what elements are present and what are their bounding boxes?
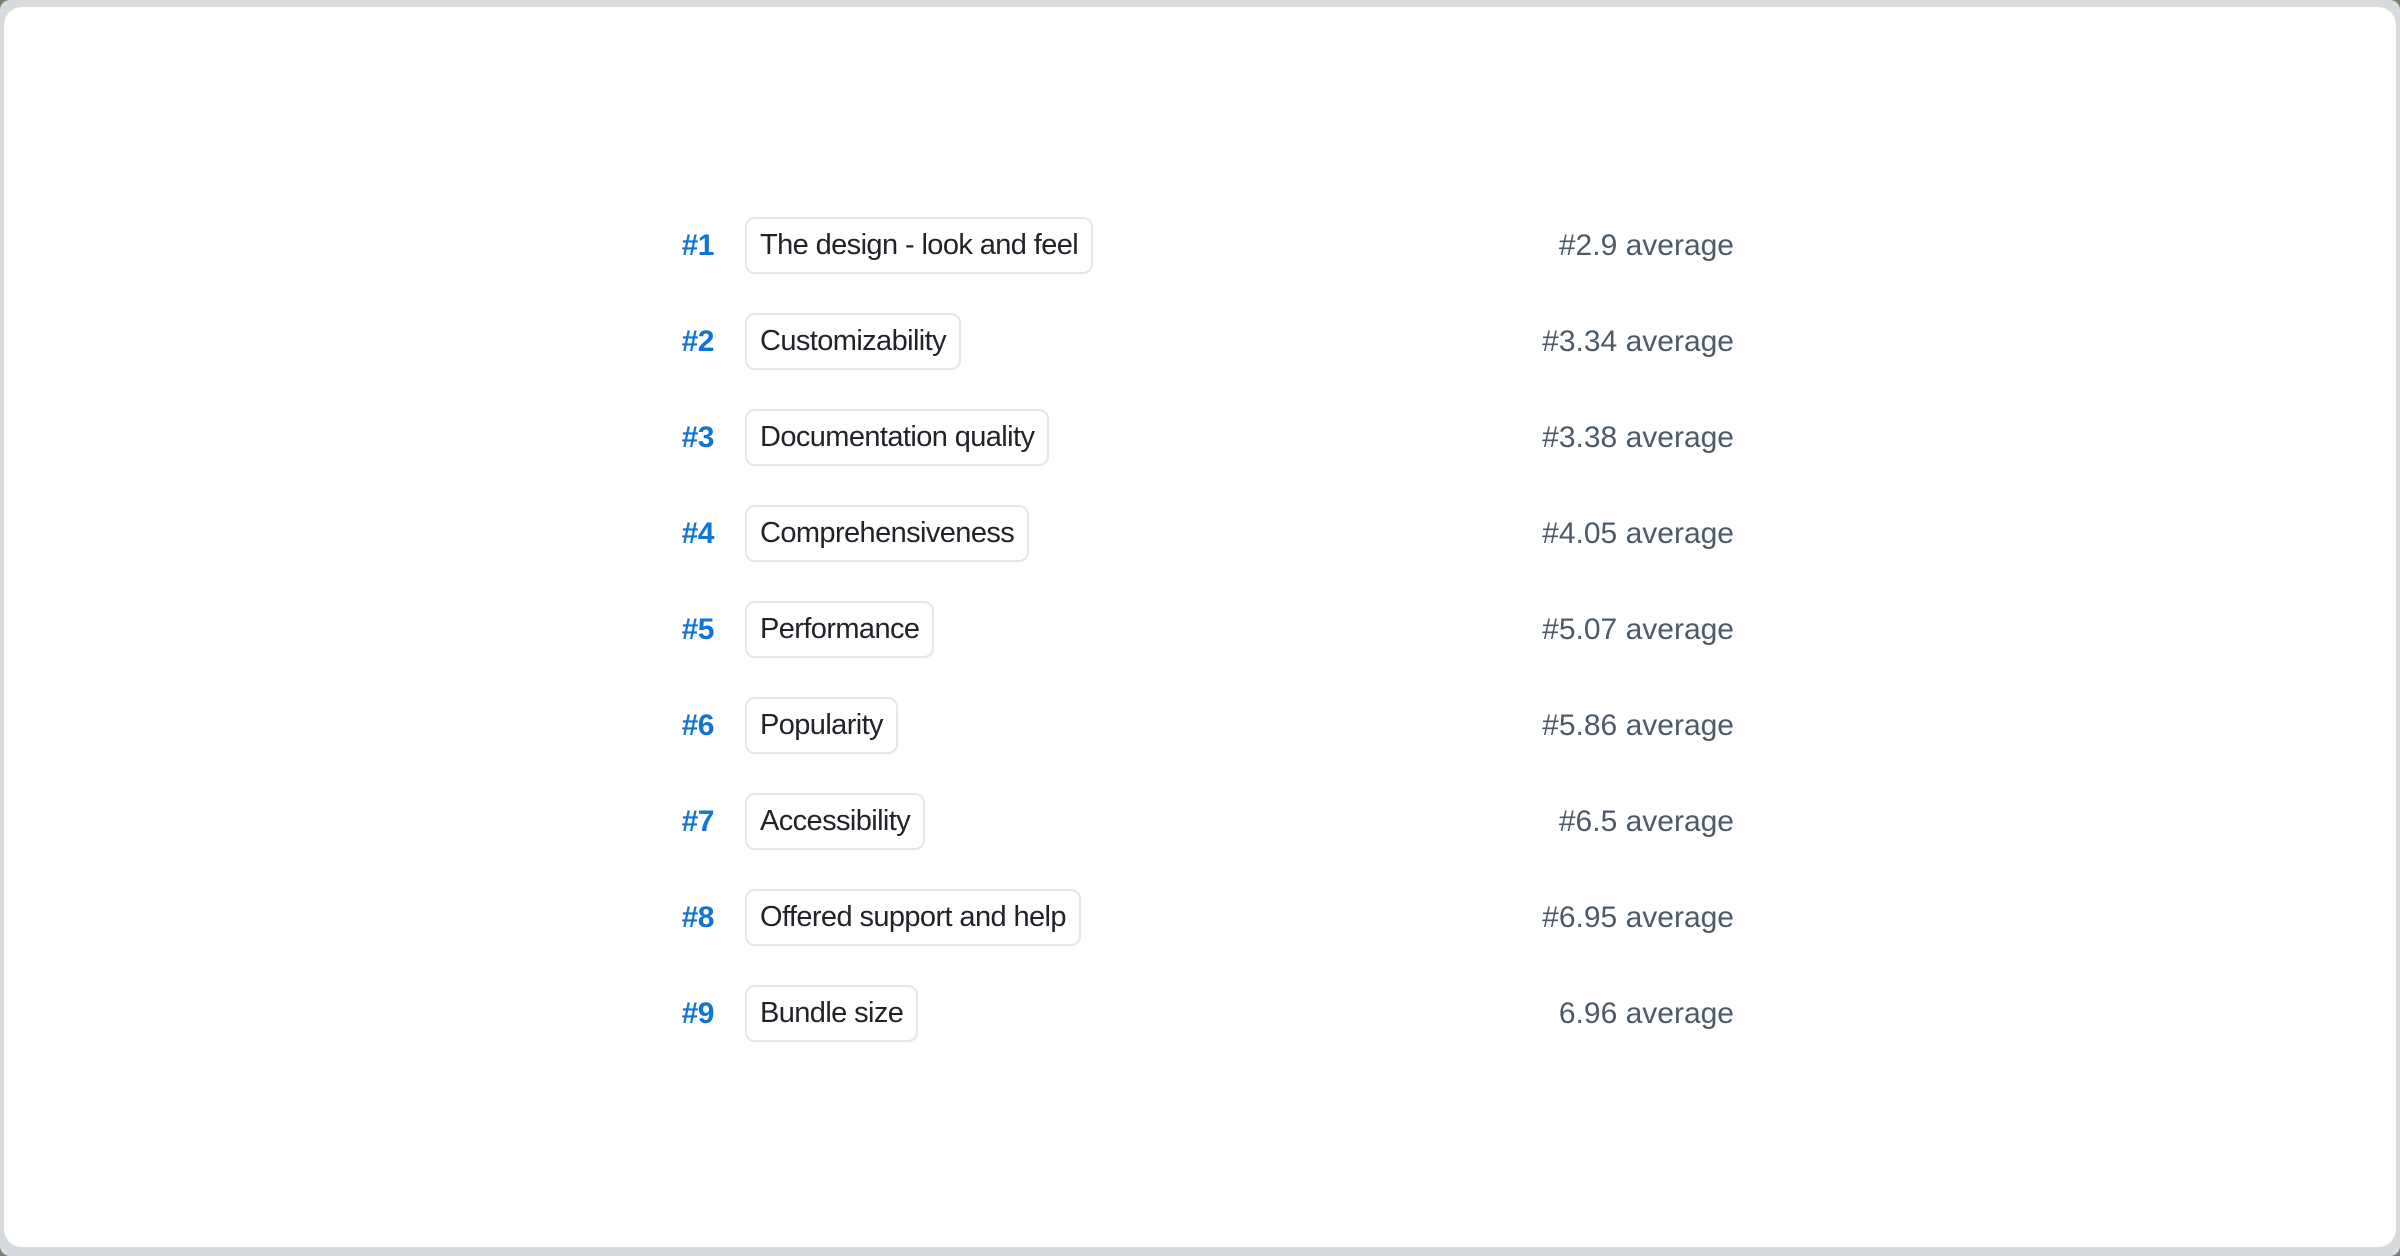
ranking-item-label: Bundle size bbox=[760, 997, 903, 1030]
ranking-item-chip[interactable]: Offered support and help bbox=[745, 889, 1081, 946]
ranking-item-chip[interactable]: Documentation quality bbox=[745, 409, 1049, 466]
ranking-item-label: Documentation quality bbox=[760, 421, 1034, 454]
ranking-item-chip[interactable]: The design - look and feel bbox=[745, 217, 1093, 274]
item-average: #6.95 average bbox=[1542, 901, 1734, 935]
ranking-row: #4 Comprehensiveness #4.05 average bbox=[634, 505, 1734, 562]
ranking-row: #3 Documentation quality #3.38 average bbox=[634, 409, 1734, 466]
ranking-item-label: The design - look and feel bbox=[760, 229, 1078, 262]
ranking-row: #9 Bundle size 6.96 average bbox=[634, 985, 1734, 1042]
item-average: 6.96 average bbox=[1559, 997, 1734, 1031]
rank-number: #4 bbox=[634, 517, 714, 551]
item-average: #5.86 average bbox=[1542, 709, 1734, 743]
ranking-row: #5 Performance #5.07 average bbox=[634, 601, 1734, 658]
rank-number: #8 bbox=[634, 901, 714, 935]
ranking-row: #7 Accessibility #6.5 average bbox=[634, 793, 1734, 850]
item-average: #5.07 average bbox=[1542, 613, 1734, 647]
rank-number: #6 bbox=[634, 709, 714, 743]
window-frame: #1 The design - look and feel #2.9 avera… bbox=[0, 0, 2400, 1256]
ranking-row: #1 The design - look and feel #2.9 avera… bbox=[634, 217, 1734, 274]
ranking-item-label: Popularity bbox=[760, 709, 883, 742]
ranking-item-chip[interactable]: Comprehensiveness bbox=[745, 505, 1029, 562]
ranking-item-chip[interactable]: Customizability bbox=[745, 313, 961, 370]
item-average: #6.5 average bbox=[1559, 805, 1734, 839]
rank-number: #5 bbox=[634, 613, 714, 647]
ranking-list: #1 The design - look and feel #2.9 avera… bbox=[634, 217, 1734, 1042]
ranking-row: #8 Offered support and help #6.95 averag… bbox=[634, 889, 1734, 946]
rank-number: #1 bbox=[634, 229, 714, 263]
ranking-item-label: Comprehensiveness bbox=[760, 517, 1014, 550]
ranking-item-chip[interactable]: Popularity bbox=[745, 697, 898, 754]
ranking-item-chip[interactable]: Accessibility bbox=[745, 793, 925, 850]
ranking-item-label: Customizability bbox=[760, 325, 946, 358]
ranking-item-chip[interactable]: Bundle size bbox=[745, 985, 918, 1042]
ranking-row: #2 Customizability #3.34 average bbox=[634, 313, 1734, 370]
ranking-item-label: Performance bbox=[760, 613, 919, 646]
item-average: #3.38 average bbox=[1542, 421, 1734, 455]
ranking-item-chip[interactable]: Performance bbox=[745, 601, 934, 658]
item-average: #2.9 average bbox=[1559, 229, 1734, 263]
rank-number: #9 bbox=[634, 997, 714, 1031]
item-average: #3.34 average bbox=[1542, 325, 1734, 359]
rank-number: #3 bbox=[634, 421, 714, 455]
rank-number: #2 bbox=[634, 325, 714, 359]
content-card: #1 The design - look and feel #2.9 avera… bbox=[4, 7, 2396, 1247]
ranking-row: #6 Popularity #5.86 average bbox=[634, 697, 1734, 754]
rank-number: #7 bbox=[634, 805, 714, 839]
item-average: #4.05 average bbox=[1542, 517, 1734, 551]
ranking-item-label: Accessibility bbox=[760, 805, 910, 838]
ranking-item-label: Offered support and help bbox=[760, 901, 1066, 934]
